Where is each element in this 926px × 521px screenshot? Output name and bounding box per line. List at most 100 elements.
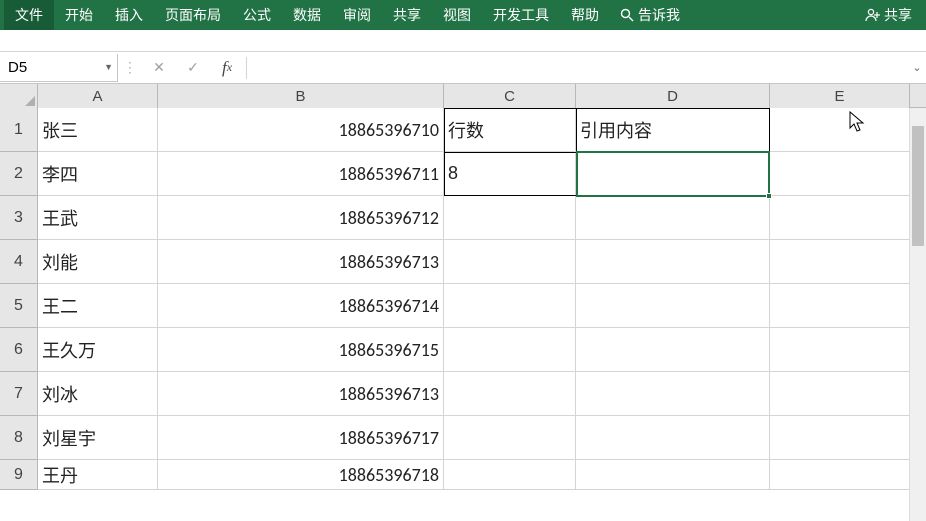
formula-input[interactable] (249, 54, 908, 82)
share-person-icon (864, 8, 880, 22)
cell-D9[interactable] (576, 460, 770, 490)
table-row: 3 王武 18865396712 (0, 196, 926, 240)
cell-D8[interactable] (576, 416, 770, 460)
grid[interactable]: A B C D E 1 张三 18865396710 行数 引用内容 2 李四 … (0, 84, 926, 521)
row-header-2[interactable]: 2 (0, 152, 38, 196)
cell-A1[interactable]: 张三 (38, 108, 158, 152)
cell-B3[interactable]: 18865396712 (158, 196, 444, 240)
tab-share[interactable]: 共享 (382, 0, 432, 30)
row-header-3[interactable]: 3 (0, 196, 38, 240)
table-row: 1 张三 18865396710 行数 引用内容 (0, 108, 926, 152)
table-row: 7 刘冰 18865396713 (0, 372, 926, 416)
table-row: 5 王二 18865396714 (0, 284, 926, 328)
cell-D6[interactable] (576, 328, 770, 372)
table-row: 9 王丹 18865396718 (0, 460, 926, 490)
cell-A5[interactable]: 王二 (38, 284, 158, 328)
cell-E9[interactable] (770, 460, 910, 490)
tab-pagelayout[interactable]: 页面布局 (154, 0, 232, 30)
cell-E6[interactable] (770, 328, 910, 372)
col-header-E[interactable]: E (770, 84, 910, 108)
cell-C2[interactable]: 8 (444, 152, 576, 196)
col-header-D[interactable]: D (576, 84, 770, 108)
cell-B1[interactable]: 18865396710 (158, 108, 444, 152)
cell-C6[interactable] (444, 328, 576, 372)
cell-D3[interactable] (576, 196, 770, 240)
cell-B7[interactable]: 18865396713 (158, 372, 444, 416)
col-header-A[interactable]: A (38, 84, 158, 108)
tab-review[interactable]: 审阅 (332, 0, 382, 30)
col-header-C[interactable]: C (444, 84, 576, 108)
cell-C8[interactable] (444, 416, 576, 460)
row-header-6[interactable]: 6 (0, 328, 38, 372)
tab-help[interactable]: 帮助 (560, 0, 610, 30)
cell-D7[interactable] (576, 372, 770, 416)
cell-D4[interactable] (576, 240, 770, 284)
tab-insert[interactable]: 插入 (104, 0, 154, 30)
cell-B8[interactable]: 18865396717 (158, 416, 444, 460)
formula-bar-expand-icon[interactable]: ⌄ (908, 61, 926, 74)
tab-home[interactable]: 开始 (54, 0, 104, 30)
cell-A3[interactable]: 王武 (38, 196, 158, 240)
cell-C7[interactable] (444, 372, 576, 416)
cancel-button[interactable]: ✕ (142, 54, 176, 82)
cell-E5[interactable] (770, 284, 910, 328)
tab-developer[interactable]: 开发工具 (482, 0, 560, 30)
cell-B4[interactable]: 18865396713 (158, 240, 444, 284)
cell-C4[interactable] (444, 240, 576, 284)
cell-E1[interactable] (770, 108, 910, 152)
formula-bar-divider (246, 57, 247, 79)
insert-function-button[interactable]: fx (210, 54, 244, 82)
cell-C9[interactable] (444, 460, 576, 490)
cell-E3[interactable] (770, 196, 910, 240)
row-header-9[interactable]: 9 (0, 460, 38, 490)
select-all-corner[interactable] (0, 84, 38, 108)
cell-A2[interactable]: 李四 (38, 152, 158, 196)
ribbon-tabs: 文件 开始 插入 页面布局 公式 数据 审阅 共享 视图 开发工具 帮助 告诉我… (0, 0, 926, 30)
rows-container: 1 张三 18865396710 行数 引用内容 2 李四 1886539671… (0, 108, 926, 490)
cell-B6[interactable]: 18865396715 (158, 328, 444, 372)
cell-C1[interactable]: 行数 (444, 108, 576, 152)
cell-D5[interactable] (576, 284, 770, 328)
cell-B9[interactable]: 18865396718 (158, 460, 444, 490)
cell-E4[interactable] (770, 240, 910, 284)
search-icon (620, 8, 634, 22)
vertical-scrollbar[interactable] (909, 108, 926, 521)
name-box-dropdown-icon[interactable]: ▼ (104, 62, 113, 72)
cell-E8[interactable] (770, 416, 910, 460)
cell-E2[interactable] (770, 152, 910, 196)
tab-data[interactable]: 数据 (282, 0, 332, 30)
cell-D2[interactable] (576, 152, 770, 196)
cell-B5[interactable]: 18865396714 (158, 284, 444, 328)
tab-formulas[interactable]: 公式 (232, 0, 282, 30)
cell-C3[interactable] (444, 196, 576, 240)
table-row: 2 李四 18865396711 8 (0, 152, 926, 196)
cell-A9[interactable]: 王丹 (38, 460, 158, 490)
row-header-8[interactable]: 8 (0, 416, 38, 460)
cell-A6[interactable]: 王久万 (38, 328, 158, 372)
row-header-5[interactable]: 5 (0, 284, 38, 328)
cell-A7[interactable]: 刘冰 (38, 372, 158, 416)
name-box[interactable]: D5 ▼ (0, 54, 118, 82)
column-headers: A B C D E (0, 84, 926, 108)
tab-view[interactable]: 视图 (432, 0, 482, 30)
tellme-label: 告诉我 (638, 5, 680, 25)
row-header-7[interactable]: 7 (0, 372, 38, 416)
share-button[interactable]: 共享 (854, 0, 922, 30)
tab-file[interactable]: 文件 (4, 0, 54, 30)
cell-B2[interactable]: 18865396711 (158, 152, 444, 196)
formula-bar-separator: ⋮ (118, 59, 142, 76)
col-header-B[interactable]: B (158, 84, 444, 108)
vertical-scrollbar-thumb[interactable] (912, 126, 924, 246)
cell-A8[interactable]: 刘星宇 (38, 416, 158, 460)
name-box-value: D5 (8, 59, 27, 76)
formula-bar: D5 ▼ ⋮ ✕ ✓ fx ⌄ (0, 52, 926, 84)
cell-D1[interactable]: 引用内容 (576, 108, 770, 152)
table-row: 8 刘星宇 18865396717 (0, 416, 926, 460)
cell-A4[interactable]: 刘能 (38, 240, 158, 284)
tellme-button[interactable]: 告诉我 (610, 0, 690, 30)
row-header-1[interactable]: 1 (0, 108, 38, 152)
cell-C5[interactable] (444, 284, 576, 328)
cell-E7[interactable] (770, 372, 910, 416)
enter-button[interactable]: ✓ (176, 54, 210, 82)
row-header-4[interactable]: 4 (0, 240, 38, 284)
